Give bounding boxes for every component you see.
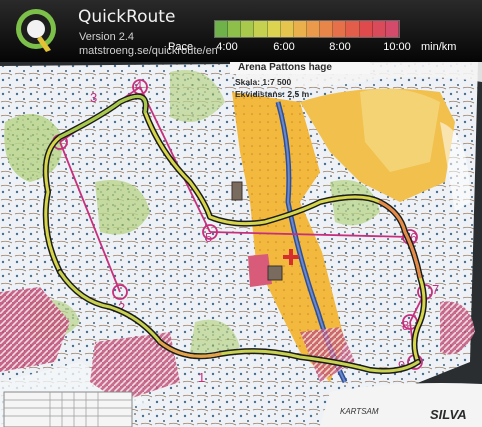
- pace-tick-4: 10:00: [383, 41, 411, 53]
- control-number-4: 4: [135, 78, 142, 93]
- silva-logo: SILVA: [430, 407, 467, 422]
- pace-scale-segment: [320, 21, 334, 37]
- pace-scale-segment: [280, 21, 294, 37]
- pace-scale-segment: [241, 21, 255, 37]
- map-event-title: Arena Pattons hage: [238, 62, 332, 73]
- quickroute-window: QuickRoute Version 2.4 matstroeng.se/qui…: [0, 0, 482, 427]
- app-url: matstroeng.se/quickroute/en: [79, 45, 218, 57]
- control-number-5: 5: [205, 230, 212, 245]
- app-title: QuickRoute: [78, 7, 176, 27]
- quickroute-logo-icon: [16, 9, 56, 52]
- pace-unit: min/km: [421, 41, 457, 53]
- pace-tick-3: 8:00: [329, 41, 351, 53]
- map-contour-text: Ekvidistans: 2,5 m: [235, 89, 310, 99]
- control-description-table: [3, 391, 133, 427]
- control-number-3: 3: [90, 90, 97, 105]
- pace-scale-segment: [359, 21, 373, 37]
- pace-tick-2: 6:00: [273, 41, 295, 53]
- pace-scale-segment: [267, 21, 281, 37]
- pace-scale-segment: [306, 21, 321, 37]
- control-number-8: 8: [402, 318, 409, 333]
- control-number-7: 7: [432, 282, 439, 297]
- pace-color-scale: [214, 20, 400, 38]
- pace-scale-segment: [228, 21, 242, 37]
- header-bar: QuickRoute Version 2.4 matstroeng.se/qui…: [0, 0, 482, 62]
- pace-scale-segment: [385, 21, 399, 37]
- pace-scale-segment: [254, 21, 268, 37]
- pace-scale-segment: [346, 21, 360, 37]
- pace-scale-segment: [293, 21, 307, 37]
- pace-scale-segment: [215, 21, 229, 37]
- pace-scale-segment: [333, 21, 347, 37]
- control-number-1: 1: [198, 370, 205, 385]
- pace-scale-segment: [372, 21, 386, 37]
- map-scale-text: Skala: 1:7 500: [235, 77, 292, 87]
- pace-label: Pace: [168, 41, 194, 53]
- orienteering-map[interactable]: 1 2 3 4 5 6 7 8 9 Arena Pattons hage Ska…: [0, 62, 482, 427]
- app-version: Version 2.4: [79, 31, 135, 43]
- pace-tick-1: 4:00: [216, 41, 238, 53]
- map-brand-left: KARTSAM: [340, 407, 379, 416]
